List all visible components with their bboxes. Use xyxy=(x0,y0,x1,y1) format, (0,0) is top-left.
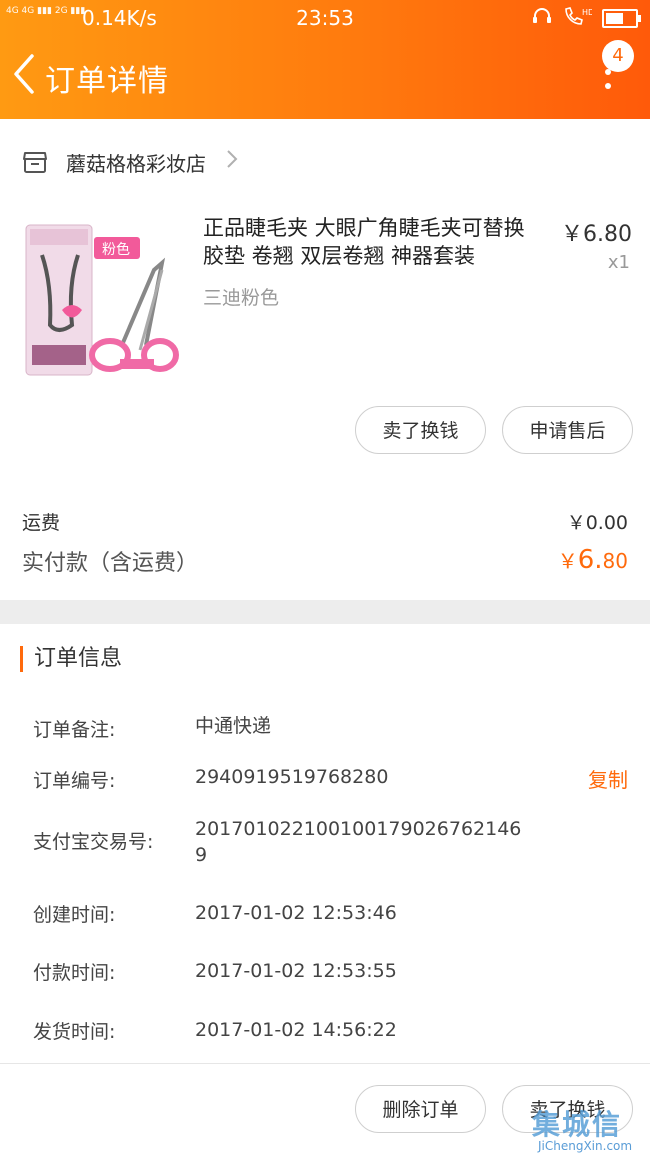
shipping-value: ￥0.00 xyxy=(566,512,628,534)
paid-decimal: 80 xyxy=(602,549,628,573)
product-image[interactable]: 粉色 xyxy=(22,215,180,380)
order-note-label: 订单备注: xyxy=(33,719,116,741)
more-dot-icon xyxy=(605,83,611,89)
status-icons: HD xyxy=(532,6,641,31)
apply-after-sale-button[interactable]: 申请售后 xyxy=(502,406,633,454)
order-note-value: 中通快递 xyxy=(195,715,272,737)
watermark-logo: 集城信 JiChengXin.com xyxy=(528,1103,650,1155)
message-badge[interactable]: 4 xyxy=(602,40,634,72)
copy-order-number-button[interactable]: 复制 xyxy=(588,764,628,793)
shop-row[interactable]: 蘑菇格格彩妆店 xyxy=(22,142,238,182)
hd-label: HD xyxy=(582,8,592,17)
shipped-time-label: 发货时间: xyxy=(33,1021,116,1043)
shop-name: 蘑菇格格彩妆店 xyxy=(66,151,206,176)
status-bar: 4G 4G ▮▮▮ 2G ▮▮▮ 0.14K/s 23:53 HD xyxy=(0,0,650,36)
section-divider xyxy=(0,600,650,624)
chevron-right-icon xyxy=(226,149,238,175)
paid-time-label: 付款时间: xyxy=(33,962,116,984)
product-image-tag: 粉色 xyxy=(102,241,130,258)
product-title[interactable]: 正品睫毛夹 大眼广角睫毛夹可替换胶垫 卷翘 双层卷翘 神器套装 xyxy=(203,214,543,270)
bottom-bar-divider xyxy=(0,1063,650,1064)
phone-hd-icon: HD xyxy=(562,6,594,31)
sell-for-cash-button[interactable]: 卖了换钱 xyxy=(355,406,486,454)
alipay-trade-no-label: 支付宝交易号: xyxy=(33,831,154,853)
paid-total-label: 实付款（含运费） xyxy=(22,551,199,576)
app-header: 4G 4G ▮▮▮ 2G ▮▮▮ 0.14K/s 23:53 HD 订单详情 4 xyxy=(0,0,650,119)
created-time-label: 创建时间: xyxy=(33,904,116,926)
back-arrow-icon xyxy=(14,54,34,94)
created-time-value: 2017-01-02 12:53:46 xyxy=(195,902,397,924)
shop-icon xyxy=(23,152,47,173)
watermark-zh: 集城信 xyxy=(532,1108,623,1141)
order-info-title: 订单信息 xyxy=(20,646,122,672)
product-price: ￥6.80 xyxy=(561,222,632,247)
paid-total-value: ￥6.80 xyxy=(558,545,628,575)
battery-icon xyxy=(602,9,641,28)
paid-integer: 6. xyxy=(577,545,603,575)
delete-order-button[interactable]: 删除订单 xyxy=(355,1085,486,1133)
order-number-value: 2940919519768280 xyxy=(195,766,389,788)
shipped-time-value: 2017-01-02 14:56:22 xyxy=(195,1019,397,1041)
paid-time-value: 2017-01-02 12:53:55 xyxy=(195,960,397,982)
page-title: 订单详情 xyxy=(45,64,169,99)
headset-icon xyxy=(532,7,552,30)
order-number-label: 订单编号: xyxy=(33,770,116,792)
product-quantity: x1 xyxy=(607,252,630,273)
battery-level xyxy=(606,13,623,24)
paid-currency: ￥ xyxy=(557,549,578,573)
product-sku: 三迪粉色 xyxy=(203,287,280,309)
alipay-trade-no-value: 201701022100100179026762146 9 xyxy=(195,818,522,866)
back-button[interactable] xyxy=(10,52,40,96)
watermark-en: JiChengXin.com xyxy=(538,1139,633,1153)
shipping-label: 运费 xyxy=(22,512,61,534)
